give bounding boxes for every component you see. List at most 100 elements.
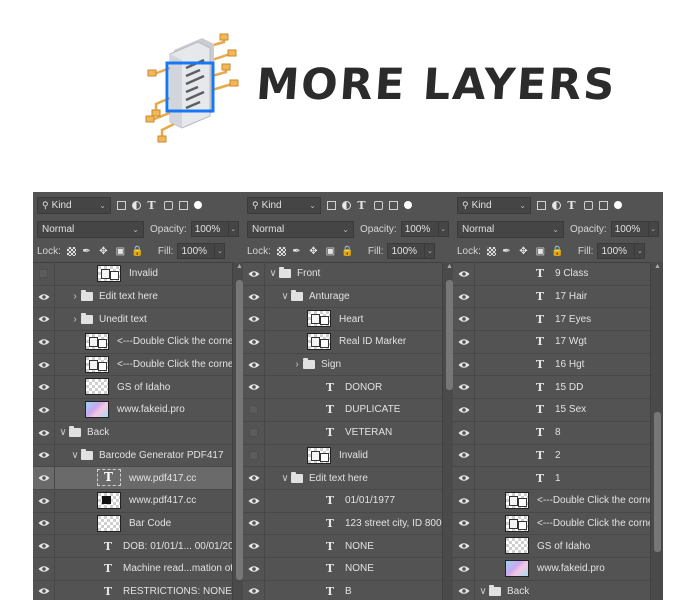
layer-row[interactable]: T 17 Wgt [453,331,652,354]
filter-smart-object-icon[interactable] [599,200,608,210]
visibility-eye-icon[interactable] [243,557,265,580]
visibility-eye-icon[interactable] [453,580,475,600]
lock-artboard-icon[interactable]: ▣ [324,244,337,258]
layer-row[interactable]: T2 [453,444,652,468]
visibility-hidden-toggle[interactable] [33,263,55,285]
visibility-eye-icon[interactable] [243,376,265,399]
layer-row[interactable]: T RESTRICTIONS: NONE [33,580,232,600]
layer-row[interactable]: ∨ Back [453,580,652,600]
layer-row[interactable]: <---Double Click the corner [33,331,232,354]
chevron-down-icon[interactable]: ∨ [269,268,277,279]
filter-pixel-icon[interactable] [117,200,126,210]
chevron-down-icon[interactable]: ⌄ [648,221,659,237]
visibility-eye-icon[interactable] [453,421,475,444]
layer-row[interactable]: T 16 Hgt [453,353,652,377]
lock-all-icon[interactable]: 🔒 [551,244,564,258]
visibility-eye-icon[interactable] [453,489,475,512]
layer-row[interactable]: T8 [453,421,652,445]
chevron-down-icon[interactable]: ∨ [59,427,67,438]
visibility-eye-icon[interactable] [33,421,55,444]
filter-toggle-icon[interactable] [614,201,622,209]
blend-mode-dropdown[interactable]: Normal ⌄ [247,220,354,238]
chevron-down-icon[interactable]: ∨ [281,291,289,302]
visibility-eye-icon[interactable] [453,353,475,376]
visibility-eye-icon[interactable] [243,512,265,535]
visibility-hidden-toggle[interactable] [243,444,265,467]
layer-row[interactable]: › Unedit text [33,308,232,332]
layer-row[interactable]: T1 [453,467,652,490]
visibility-eye-icon[interactable] [453,444,475,467]
layer-row[interactable]: www.fakeid.pro [33,399,232,422]
visibility-eye-icon[interactable] [33,535,55,557]
visibility-eye-icon[interactable] [33,557,55,580]
fill-field[interactable]: 100% [387,243,426,259]
layer-row[interactable]: T 15 DD [453,376,652,400]
opacity-field[interactable]: 100% [190,221,229,237]
visibility-eye-icon[interactable] [453,399,475,421]
filter-adjustment-icon[interactable] [552,200,561,210]
visibility-eye-icon[interactable] [33,331,55,353]
layer-row[interactable]: T Machine read...mation othe [33,557,232,581]
visibility-eye-icon[interactable] [243,467,265,489]
visibility-eye-icon[interactable] [33,353,55,376]
layer-row[interactable]: www.fakeid.pro [453,557,652,581]
fill-field[interactable]: 100% [177,243,216,259]
filter-kind-dropdown[interactable]: ⚲ Kind ⌄ [37,196,111,214]
chevron-down-icon[interactable]: ∨ [281,473,289,484]
visibility-eye-icon[interactable] [33,376,55,399]
visibility-hidden-toggle[interactable] [243,421,265,444]
visibility-eye-icon[interactable] [243,353,265,376]
layer-row[interactable]: GS of Idaho [453,535,652,558]
visibility-eye-icon[interactable] [33,308,55,331]
layer-row[interactable]: T 01/01/1977 [243,489,442,513]
filter-smart-object-icon[interactable] [389,200,398,210]
visibility-eye-icon[interactable] [33,399,55,421]
opacity-field[interactable]: 100% [610,221,649,237]
filter-toggle-icon[interactable] [194,201,202,209]
visibility-eye-icon[interactable] [33,285,55,308]
layer-row[interactable]: T NONE [243,535,442,558]
filter-adjustment-icon[interactable] [132,200,141,210]
lock-artboard-icon[interactable]: ▣ [114,244,127,258]
layer-row[interactable]: ∨ Front [243,263,442,286]
layer-row[interactable]: Invalid [33,263,232,286]
layer-row[interactable]: Bar Code [33,512,232,536]
layer-row[interactable]: T 17 Hair [453,285,652,309]
layer-row[interactable]: Real ID Marker [243,331,442,354]
chevron-down-icon[interactable]: ⌄ [425,243,436,259]
filter-kind-dropdown[interactable]: ⚲ Kind ⌄ [247,196,321,214]
filter-shape-icon[interactable] [374,200,383,210]
lock-artboard-icon[interactable]: ▣ [534,244,547,258]
chevron-down-icon[interactable]: ⌄ [438,221,449,237]
visibility-eye-icon[interactable] [243,308,265,331]
layer-row[interactable]: <---Double Click the corner [453,512,652,536]
visibility-eye-icon[interactable] [33,489,55,512]
lock-transparency-icon[interactable] [276,246,286,256]
layer-row[interactable]: ∨ Barcode Generator PDF417 [33,444,232,468]
scrollbar-thumb[interactable] [654,412,661,552]
visibility-eye-icon[interactable] [243,580,265,600]
visibility-hidden-toggle[interactable] [243,399,265,421]
layer-row[interactable]: T DONOR [243,376,442,400]
filter-shape-icon[interactable] [584,200,593,210]
visibility-eye-icon[interactable] [33,512,55,535]
layer-row[interactable]: › Sign [243,353,442,377]
chevron-down-icon[interactable]: ⌄ [215,243,226,259]
filter-type-icon[interactable]: T [565,198,578,212]
visibility-eye-icon[interactable] [453,512,475,535]
layer-row[interactable]: T VETERAN [243,421,442,445]
filter-pixel-icon[interactable] [537,200,546,210]
layer-row[interactable]: ∨ Anturage [243,285,442,309]
chevron-down-icon[interactable]: ⌄ [228,221,239,237]
layer-row[interactable]: Invalid [243,444,442,468]
lock-transparency-icon[interactable] [486,246,496,256]
fill-field[interactable]: 100% [597,243,636,259]
layer-row[interactable]: T NONE [243,557,442,581]
layer-row[interactable]: www.pdf417.cc [33,467,232,490]
layer-row[interactable]: T DOB: 01/01/1... 00/01/2017 [33,535,232,558]
filter-type-icon[interactable]: T [145,198,158,212]
layer-row[interactable]: <---Double Click the corner [453,489,652,513]
opacity-field[interactable]: 100% [400,221,439,237]
layer-row[interactable]: T DUPLICATE [243,399,442,422]
lock-brush-icon[interactable]: ✒ [500,244,513,258]
